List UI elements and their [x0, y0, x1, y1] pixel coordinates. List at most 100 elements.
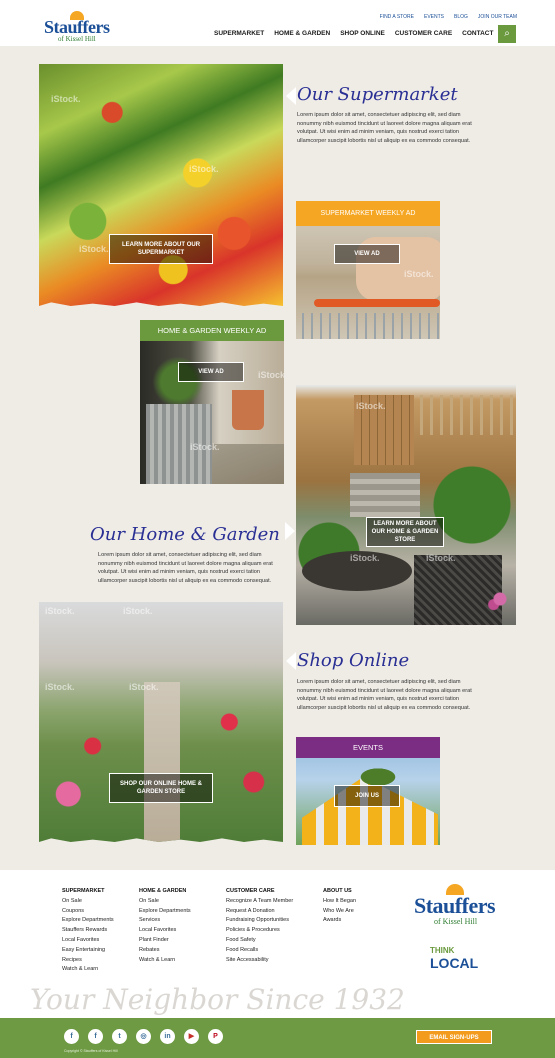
youtube-icon[interactable]: ▶: [184, 1029, 199, 1044]
pinterest-icon[interactable]: P: [208, 1029, 223, 1044]
footer-link[interactable]: Site Accessability: [226, 956, 293, 966]
think-local-word-1: THINK: [430, 946, 455, 955]
footer-col-about: ABOUT US How It Began Who We Are Awards: [323, 887, 356, 926]
footer-link[interactable]: Recognize A Team Member: [226, 897, 293, 907]
think-local-word-2: LOCAL: [430, 955, 479, 971]
footer-link[interactable]: Explore Departments: [139, 907, 191, 917]
footer-link[interactable]: Recipes: [62, 956, 114, 966]
instagram-icon[interactable]: ◎: [136, 1029, 151, 1044]
garden-patio-photo: iStock. iStock. iStock. LEARN MORE ABOUT…: [296, 385, 516, 625]
nav-contact[interactable]: CONTACT: [462, 30, 493, 37]
footer-link[interactable]: Who We Are: [323, 907, 356, 917]
nav-home-garden[interactable]: HOME & GARDEN: [274, 30, 330, 37]
shop-online-body: Lorem ipsum dolor sit amet, consectetuer…: [297, 679, 472, 711]
footer-link[interactable]: Plant Finder: [139, 936, 191, 946]
footer-link[interactable]: Food Safety: [226, 936, 293, 946]
utility-events[interactable]: EVENTS: [424, 14, 444, 20]
stock-watermark: iStock.: [426, 553, 456, 563]
footer-link[interactable]: Awards: [323, 916, 356, 926]
footer-logo-subtitle: of Kissel Hill: [434, 917, 478, 926]
supermarket-photo: iStock. iStock. iStock. LEARN MORE ABOUT…: [39, 64, 283, 306]
footer-heading: ABOUT US: [323, 888, 352, 894]
stock-watermark: iStock.: [350, 553, 380, 563]
email-signup-button[interactable]: EMAIL SIGN-UPS: [416, 1030, 492, 1044]
flowers-image: [484, 585, 516, 613]
learn-more-supermarket-button[interactable]: LEARN MORE ABOUT OUR SUPERMARKET: [109, 234, 213, 264]
utility-blog[interactable]: BLOG: [454, 14, 468, 20]
stock-watermark: iStock.: [51, 94, 81, 104]
footer-link[interactable]: Fundraising Opportunities: [226, 916, 293, 926]
cart-basket-image: [302, 313, 440, 339]
facebook-icon[interactable]: f: [64, 1029, 79, 1044]
footer-logo-wordmark: Stauffers: [414, 893, 496, 918]
stock-watermark: iStock.: [45, 606, 75, 616]
utility-find-store[interactable]: FIND A STORE: [380, 14, 414, 20]
footer-slogan: Your Neighbor Since 1932: [30, 983, 405, 1016]
pointer-arrow: [286, 652, 296, 670]
main-nav: SUPERMARKET HOME & GARDEN SHOP ONLINE CU…: [214, 30, 493, 37]
floor-image: [212, 444, 284, 484]
footer-link[interactable]: Watch & Learn: [139, 956, 191, 966]
garden-ad-label: HOME & GARDEN WEEKLY AD: [140, 320, 284, 341]
cart-handle-image: [314, 299, 440, 307]
view-supermarket-ad-button[interactable]: VIEW AD: [334, 244, 400, 264]
footer-col-supermarket: SUPERMARKET On Sale Coupons Explore Depa…: [62, 887, 114, 975]
footer-link[interactable]: Coupons: [62, 907, 114, 917]
utility-join-team[interactable]: JOIN OUR TEAM: [478, 14, 517, 20]
search-icon: ⌕: [504, 28, 510, 39]
stock-watermark: iStock.: [404, 269, 434, 279]
footer-link[interactable]: Local Favorites: [139, 926, 191, 936]
pointer-arrow: [286, 87, 296, 105]
fence-image: [420, 395, 516, 435]
footer-link[interactable]: Services: [139, 916, 191, 926]
home-garden-title: Our Home & Garden: [90, 524, 280, 545]
facebook-icon[interactable]: f: [88, 1029, 103, 1044]
view-garden-ad-button[interactable]: VIEW AD: [178, 362, 244, 382]
stock-watermark: iStock.: [129, 682, 159, 692]
linkedin-icon[interactable]: in: [160, 1029, 175, 1044]
footer-heading: HOME & GARDEN: [139, 888, 187, 894]
legal-text: Copyright © Stauffers of Kissel Hill: [64, 1049, 118, 1053]
supermarket-body: Lorem ipsum dolor sit amet, consectetuer…: [297, 112, 472, 144]
footer-link[interactable]: How It Began: [323, 897, 356, 907]
join-us-button[interactable]: JOIN US: [334, 785, 400, 807]
greenhouse-aisle-image: [144, 682, 180, 842]
events-label: EVENTS: [296, 737, 440, 758]
events-card: EVENTS JOIN US: [296, 737, 440, 845]
footer-link[interactable]: Request A Donation: [226, 907, 293, 917]
footer-link[interactable]: Local Favorites: [62, 936, 114, 946]
greenhouse-photo: iStock. iStock. iStock. iStock. SHOP OUR…: [39, 602, 283, 842]
clay-pot-image: [232, 390, 264, 430]
nav-customer-care[interactable]: CUSTOMER CARE: [395, 30, 452, 37]
stock-watermark: iStock.: [189, 164, 219, 174]
stock-watermark: iStock.: [356, 401, 386, 411]
footer-link[interactable]: Food Recalls: [226, 946, 293, 956]
footer-link[interactable]: On Sale: [62, 897, 114, 907]
nav-supermarket[interactable]: SUPERMARKET: [214, 30, 264, 37]
footer-heading: CUSTOMER CARE: [226, 888, 275, 894]
footer-col-customer-care: CUSTOMER CARE Recognize A Team Member Re…: [226, 887, 293, 965]
footer-link[interactable]: Stauffers Rewards: [62, 926, 114, 936]
think-local-logo: THINK LOCAL: [430, 946, 486, 976]
search-button[interactable]: ⌕: [498, 25, 516, 43]
nav-shop-online[interactable]: SHOP ONLINE: [340, 30, 385, 37]
footer-link[interactable]: Rebates: [139, 946, 191, 956]
site-logo[interactable]: Stauffers of Kissel Hill: [44, 11, 110, 43]
stone-steps-image: [350, 473, 420, 517]
footer-link[interactable]: Watch & Learn: [62, 965, 114, 975]
footer-col-home-garden: HOME & GARDEN On Sale Explore Department…: [139, 887, 191, 965]
footer-logo[interactable]: Stauffers of Kissel Hill: [414, 884, 496, 930]
footer-link[interactable]: Easy Entertaining: [62, 946, 114, 956]
shop-online-button[interactable]: SHOP OUR ONLINE HOME & GARDEN STORE: [109, 773, 213, 803]
footer-link[interactable]: On Sale: [139, 897, 191, 907]
footer-link[interactable]: Policies & Procedures: [226, 926, 293, 936]
supermarket-title: Our Supermarket: [297, 84, 458, 105]
garden-ad-card: HOME & GARDEN WEEKLY AD iStock. iStock. …: [140, 320, 284, 484]
utility-nav: FIND A STORE EVENTS BLOG JOIN OUR TEAM: [380, 14, 517, 20]
shop-online-title: Shop Online: [297, 650, 410, 671]
twitter-icon[interactable]: t: [112, 1029, 127, 1044]
footer-link[interactable]: Explore Departments: [62, 916, 114, 926]
supermarket-ad-card: SUPERMARKET WEEKLY AD iStock. VIEW AD: [296, 201, 440, 339]
logo-subtitle: of Kissel Hill: [58, 35, 96, 43]
learn-more-garden-button[interactable]: LEARN MORE ABOUT OUR HOME & GARDEN STORE: [366, 517, 444, 547]
